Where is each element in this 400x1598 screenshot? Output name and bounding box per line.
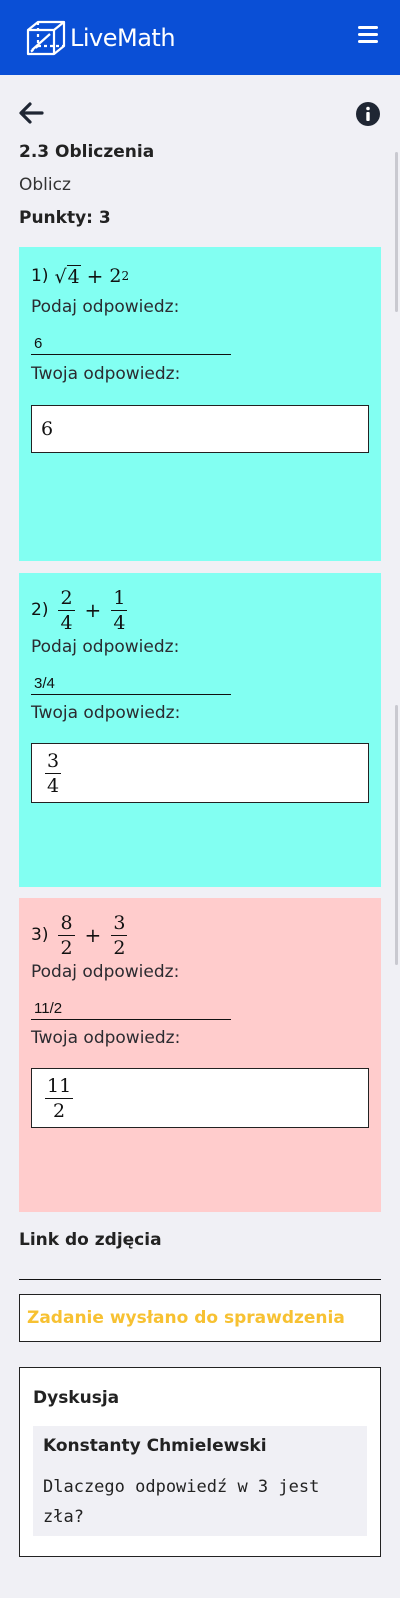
task-card-2: 2) 24 + 14 Podaj odpowiedz: Twoja odpowi…: [19, 573, 381, 887]
discussion-title: Dyskusja: [33, 1388, 120, 1408]
preview-label: Twoja odpowiedz:: [31, 703, 181, 723]
scrollbar[interactable]: [395, 705, 398, 965]
comment-text: Dlaczego odpowiedź w 3 jest zła?: [43, 1477, 320, 1527]
info-circle-icon[interactable]: [356, 102, 380, 126]
task-expression: 2) 24 + 14: [31, 586, 128, 634]
prompt-label: Podaj odpowiedz:: [31, 962, 180, 982]
exercise-title: 2.3 Obliczenia: [19, 142, 155, 162]
discussion-panel: Dyskusja Konstanty Chmielewski Dlaczego …: [19, 1367, 381, 1557]
task-card-1: 1) √4 + 22 Podaj odpowiedz: Twoja odpowi…: [19, 247, 381, 561]
comment-author: Konstanty Chmielewski: [43, 1436, 267, 1456]
answer-preview: 6: [31, 405, 369, 453]
task-expression: 1) √ 4 + 22: [31, 264, 130, 288]
prompt-label: Podaj odpowiedz:: [31, 297, 180, 317]
photo-link-input[interactable]: [19, 1260, 381, 1280]
prompt-label: Podaj odpowiedz:: [31, 637, 180, 657]
status-text: Zadanie wysłano do sprawdzenia: [27, 1308, 345, 1328]
logo[interactable]: LiveMath: [24, 16, 176, 60]
answer-input[interactable]: [31, 992, 231, 1020]
answer-preview: 34: [31, 743, 369, 803]
logo-text: LiveMath: [70, 24, 176, 52]
navbar: LiveMath: [0, 0, 400, 75]
answer-preview: 11 2: [31, 1068, 369, 1128]
cube-logo-icon: [26, 20, 66, 56]
task-expression: 3) 82 + 32: [31, 911, 128, 959]
task-card-3: 3) 82 + 32 Podaj odpowiedz: Twoja odpowi…: [19, 898, 381, 1212]
scrollbar[interactable]: [395, 152, 398, 312]
hamburger-menu-icon[interactable]: [358, 26, 378, 44]
preview-label: Twoja odpowiedz:: [31, 1028, 181, 1048]
answer-input[interactable]: [31, 327, 231, 355]
photo-link-label: Link do zdjęcia: [19, 1230, 162, 1250]
points-label: Punkty: 3: [19, 208, 111, 228]
preview-label: Twoja odpowiedz:: [31, 364, 181, 384]
comment: Konstanty Chmielewski Dlaczego odpowiedź…: [33, 1426, 367, 1536]
answer-input[interactable]: [31, 667, 231, 695]
status-message: Zadanie wysłano do sprawdzenia: [19, 1294, 381, 1342]
exercise-instruction: Oblicz: [19, 175, 71, 195]
arrow-left-icon[interactable]: [18, 101, 44, 125]
